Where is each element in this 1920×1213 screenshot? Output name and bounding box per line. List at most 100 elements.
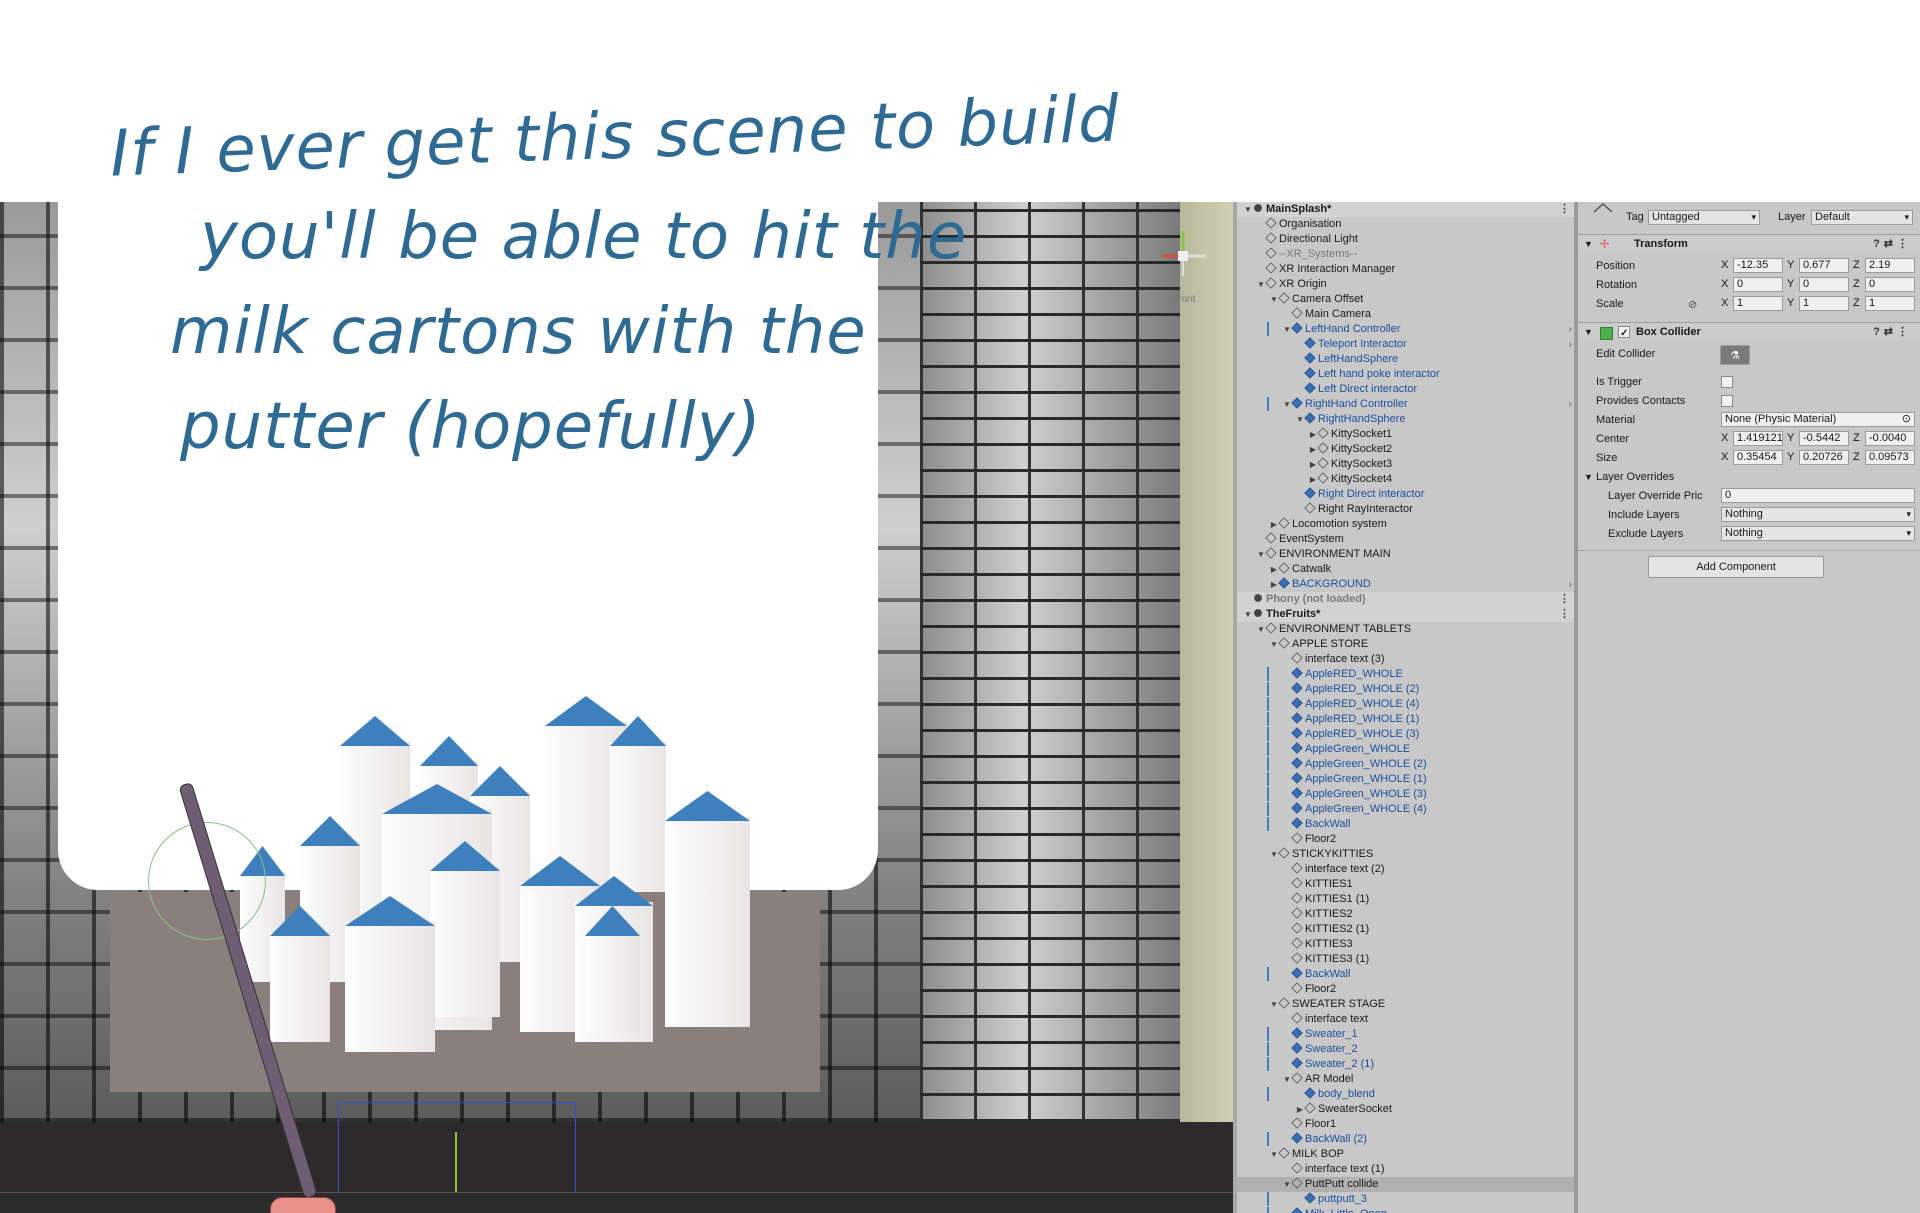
scene-menu-icon[interactable]: ⋮ [1559,202,1570,217]
layer-override-priority-field[interactable]: 0 [1721,488,1915,503]
hierarchy-row[interactable]: ▼ APPLE STORE [1237,637,1578,652]
expand-arrow-icon[interactable]: ▼ [1243,202,1253,217]
vector-field-x[interactable]: 1 [1733,296,1783,311]
hierarchy-row[interactable]: EventSystem [1237,532,1578,547]
hierarchy-row[interactable]: ▶ KittySocket3 [1237,457,1578,472]
exclude-layers-dropdown[interactable]: Nothing [1721,526,1915,541]
open-prefab-icon[interactable]: › [1569,337,1572,352]
hierarchy-row[interactable]: interface text (2) [1237,862,1578,877]
scene-view[interactable]: Front [0,202,1233,1213]
collapse-arrow-icon[interactable]: ▼ [1584,472,1593,482]
is-trigger-checkbox[interactable] [1721,376,1733,388]
hierarchy-row[interactable]: ▼ SWEATER STAGE [1237,997,1578,1012]
vector-field-x[interactable]: 0 [1733,277,1783,292]
collapse-arrow-icon[interactable]: ▶ [1308,442,1318,457]
scene-menu-icon[interactable]: ⋮ [1559,592,1570,607]
vector-field-y[interactable]: 0.20726 [1799,450,1849,465]
vector-field-y[interactable]: 1 [1799,296,1849,311]
provides-contacts-checkbox[interactable] [1721,395,1733,407]
milk-carton[interactable] [430,841,500,1017]
hierarchy-row[interactable]: AppleGreen_WHOLE (3) [1237,787,1578,802]
component-menu-icon[interactable]: ?⇄⋮ [1873,323,1912,341]
hierarchy-row[interactable]: ▶ Locomotion system [1237,517,1578,532]
collapse-arrow-icon[interactable]: ▶ [1269,517,1279,532]
milk-carton[interactable] [665,791,750,1027]
expand-arrow-icon[interactable]: ▼ [1256,277,1266,292]
collapse-arrow-icon[interactable]: ▶ [1308,457,1318,472]
hierarchy-row[interactable]: ▼ XR Origin [1237,277,1578,292]
hierarchy-row[interactable]: interface text [1237,1012,1578,1027]
hierarchy-row[interactable]: KITTIES3 (1) [1237,952,1578,967]
hierarchy-row[interactable]: BackWall [1237,817,1578,832]
milk-carton[interactable] [270,906,330,1042]
hierarchy-row[interactable]: AppleRED_WHOLE (2) [1237,682,1578,697]
hierarchy-row[interactable]: Floor1 [1237,1117,1578,1132]
hierarchy-row[interactable]: ▶ SweaterSocket [1237,1102,1578,1117]
hierarchy-row[interactable]: Floor2 [1237,832,1578,847]
expand-arrow-icon[interactable]: ▼ [1282,1072,1292,1087]
vector-field-x[interactable]: 0.35454 [1733,450,1783,465]
vector-field-z[interactable]: -0.0040 [1865,431,1915,446]
tag-dropdown[interactable]: Untagged [1648,210,1760,225]
hierarchy-row[interactable]: ▼ STICKYKITTIES [1237,847,1578,862]
hierarchy-row[interactable]: BackWall [1237,967,1578,982]
open-prefab-icon[interactable]: › [1569,322,1572,337]
open-prefab-icon[interactable]: › [1569,397,1572,412]
hierarchy-row[interactable]: KITTIES3 [1237,937,1578,952]
hierarchy-row[interactable]: Sweater_2 [1237,1042,1578,1057]
expand-arrow-icon[interactable]: ▼ [1256,622,1266,637]
include-layers-dropdown[interactable]: Nothing [1721,507,1915,522]
putter-head[interactable] [270,1197,336,1213]
hierarchy-row[interactable]: ▶ KittySocket1 [1237,427,1578,442]
hierarchy-row[interactable]: Left hand poke interactor [1237,367,1578,382]
hierarchy-row[interactable]: ▼ MILK BOP [1237,1147,1578,1162]
add-component-button[interactable]: Add Component [1648,556,1824,578]
vector-field-x[interactable]: -12.35 [1733,258,1783,273]
hierarchy-row[interactable]: Right Direct interactor [1237,487,1578,502]
vector-field-y[interactable]: 0 [1799,277,1849,292]
hierarchy-row[interactable]: AppleRED_WHOLE (3) [1237,727,1578,742]
hierarchy-row[interactable]: AppleRED_WHOLE (4) [1237,697,1578,712]
milk-carton[interactable] [345,896,435,1052]
box-collider-header[interactable]: ▼ ✓ Box Collider ?⇄⋮ [1578,322,1920,341]
hierarchy-row[interactable]: KITTIES2 [1237,907,1578,922]
hierarchy-row[interactable]: Sweater_1 [1237,1027,1578,1042]
vector-field-y[interactable]: 0.677 [1799,258,1849,273]
link-icon[interactable]: ⊘ [1688,298,1697,311]
expand-arrow-icon[interactable]: ▼ [1269,637,1279,652]
collapse-arrow-icon[interactable]: ▶ [1295,1102,1305,1117]
hierarchy-row[interactable]: ▼ ENVIRONMENT TABLETS [1237,622,1578,637]
orientation-gizmo-icon[interactable] [1148,226,1218,286]
hierarchy-row[interactable]: KITTIES2 (1) [1237,922,1578,937]
vector-field-z[interactable]: 0 [1865,277,1915,292]
expand-arrow-icon[interactable]: ▼ [1269,1147,1279,1162]
inspector-panel[interactable]: Tag Untagged Layer Default ▼ ⊹ Transform… [1578,202,1920,1213]
hierarchy-row[interactable]: AppleGreen_WHOLE (1) [1237,772,1578,787]
expand-arrow-icon[interactable]: ▼ [1256,547,1266,562]
hierarchy-row[interactable]: BackWall (2) [1237,1132,1578,1147]
hierarchy-row[interactable]: ▶ Catwalk [1237,562,1578,577]
hierarchy-row[interactable]: Teleport Interactor › [1237,337,1578,352]
expand-arrow-icon[interactable]: ▼ [1269,292,1279,307]
hierarchy-row[interactable]: ▼ PuttPutt collide [1237,1177,1578,1192]
hierarchy-row[interactable]: Main Camera [1237,307,1578,322]
expand-arrow-icon[interactable]: ▼ [1295,412,1305,427]
expand-arrow-icon[interactable]: ▼ [1282,397,1292,412]
vector-field-y[interactable]: -0.5442 [1799,431,1849,446]
collapse-arrow-icon[interactable]: ▶ [1269,562,1279,577]
hierarchy-scene-row[interactable]: ▼ TheFruits* ⋮ [1237,607,1578,622]
hierarchy-row[interactable]: AppleGreen_WHOLE (2) [1237,757,1578,772]
collapse-arrow-icon[interactable]: ▶ [1269,577,1279,592]
hierarchy-row[interactable]: Phony (not loaded) ⋮ [1237,592,1578,607]
object-picker-icon[interactable]: ⊙ [1902,413,1911,426]
hierarchy-row[interactable]: interface text (1) [1237,1162,1578,1177]
expand-arrow-icon[interactable]: ▼ [1269,997,1279,1012]
collapse-arrow-icon[interactable]: ▼ [1584,323,1593,341]
hierarchy-row[interactable]: Directional Light [1237,232,1578,247]
vector-field-z[interactable]: 1 [1865,296,1915,311]
layer-dropdown[interactable]: Default [1811,210,1913,225]
hierarchy-row[interactable]: KITTIES1 (1) [1237,892,1578,907]
expand-arrow-icon[interactable]: ▼ [1282,322,1292,337]
hierarchy-row[interactable]: ▼ AR Model [1237,1072,1578,1087]
vector-field-z[interactable]: 2.19 [1865,258,1915,273]
